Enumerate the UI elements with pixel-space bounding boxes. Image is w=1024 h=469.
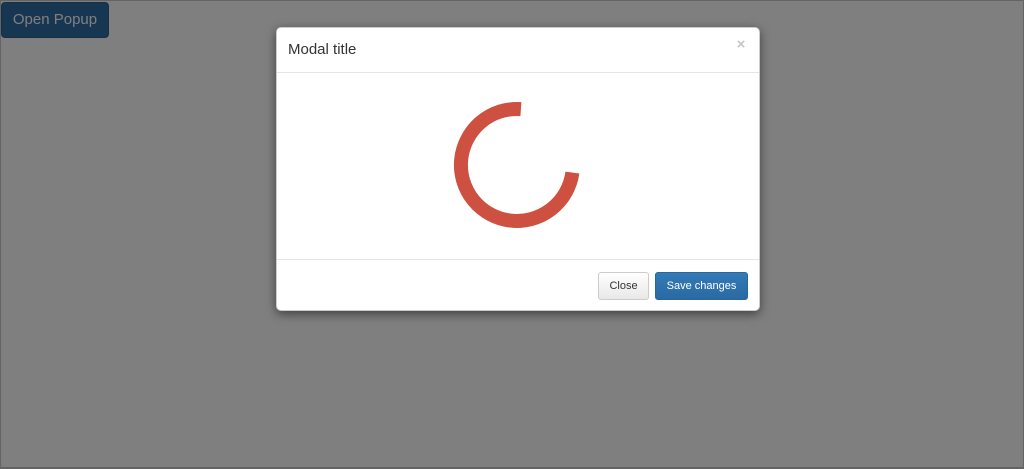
close-icon[interactable]: × (734, 37, 748, 53)
modal-title: Modal title (288, 41, 357, 58)
save-changes-button[interactable]: Save changes (655, 272, 748, 300)
close-button[interactable]: Close (598, 272, 649, 300)
modal-dialog: Modal title × Close Save changes (276, 27, 760, 311)
modal-header: Modal title × (277, 28, 759, 73)
spinner-arc (453, 102, 580, 228)
loading-spinner-icon (453, 102, 580, 228)
modal-body (277, 73, 759, 258)
modal-footer: Close Save changes (277, 259, 759, 311)
